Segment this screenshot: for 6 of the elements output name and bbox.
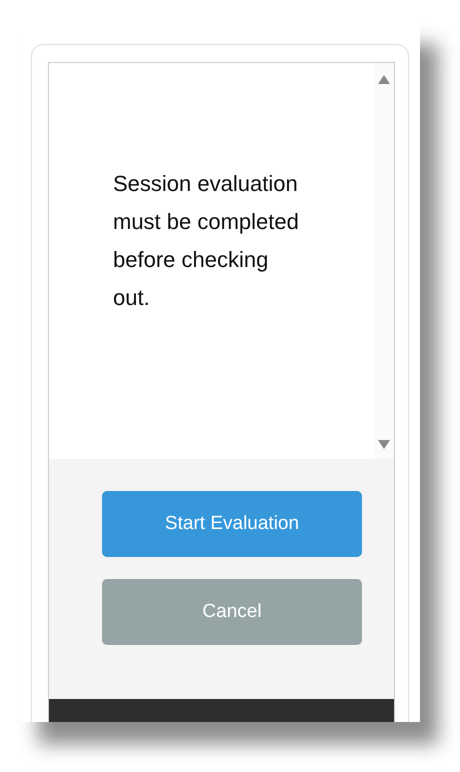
scroll-down-icon[interactable] [378,440,390,449]
scrollbar[interactable] [374,63,394,459]
message-text: Session evaluation must be completed before checking out. [113,170,300,312]
dialog-button[interactable]: Start Evaluation [102,491,362,557]
scroll-up-icon[interactable] [378,75,390,84]
dialog-button[interactable]: Cancel [102,579,362,645]
